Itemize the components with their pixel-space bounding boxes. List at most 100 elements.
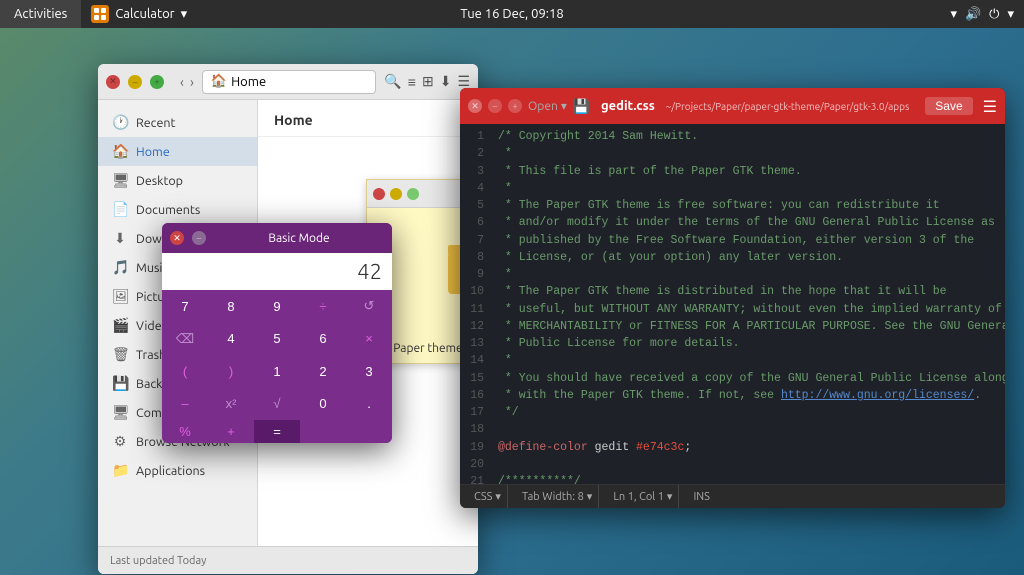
fm-footer-text: Last updated Today: [110, 555, 206, 567]
gedit-language-selector[interactable]: CSS ▾: [468, 485, 508, 508]
gedit-ins-indicator: INS: [687, 485, 715, 508]
gedit-language-arrow: ▾: [495, 490, 501, 503]
home-icon: 🏠: [112, 143, 128, 160]
calc-titlebar: ✕ – Basic Mode: [162, 223, 392, 253]
sidebar-item-documents-label: Documents: [136, 203, 200, 217]
calc-btn-div[interactable]: ÷: [300, 290, 346, 323]
calc-btn-0[interactable]: 0: [300, 388, 346, 421]
fm-footer: Last updated Today: [98, 546, 478, 574]
sidebar-item-documents[interactable]: 📄 Documents: [98, 195, 257, 224]
fm-home-icon: 🏠: [211, 74, 227, 89]
fm-back-button[interactable]: ‹: [180, 74, 184, 90]
fm-location-bar[interactable]: 🏠 Home: [202, 70, 376, 94]
gedit-statusbar: CSS ▾ Tab Width: 8 ▾ Ln 1, Col 1 ▾ INS: [460, 484, 1005, 508]
gedit-tab-width-arrow: ▾: [587, 490, 593, 503]
calc-btn-rparen[interactable]: ): [208, 355, 254, 388]
fm-download-icon[interactable]: ⬇: [440, 73, 452, 90]
calc-btn-mul[interactable]: ×: [346, 323, 392, 356]
sidebar-item-desktop-label: Desktop: [136, 174, 183, 188]
app-menu-label: Calculator: [115, 7, 174, 21]
fm-minimize-button[interactable]: –: [128, 75, 142, 89]
power-icon[interactable]: ⏻: [989, 7, 999, 22]
calc-btn-4[interactable]: 4: [208, 323, 254, 356]
calc-btn-lparen[interactable]: (: [162, 355, 208, 388]
calc-btn-6[interactable]: 6: [300, 323, 346, 356]
calc-btn-sqrt[interactable]: √: [254, 388, 300, 421]
gedit-position-label: Ln 1, Col 1: [613, 491, 664, 503]
pt-max-btn[interactable]: [407, 188, 419, 200]
sidebar-item-home-label: Home: [136, 145, 170, 159]
gedit-tab-width-selector[interactable]: Tab Width: 8 ▾: [516, 485, 599, 508]
volume-icon[interactable]: 🔊: [965, 7, 981, 22]
gedit-code-area[interactable]: /* Copyright 2014 Sam Hewitt. * * This f…: [490, 124, 1005, 484]
fm-location-text: Home: [231, 75, 266, 89]
gedit-filepath: ~/Projects/Paper/paper-gtk-theme/Paper/g…: [666, 101, 910, 112]
calc-btn-1[interactable]: 1: [254, 355, 300, 388]
calc-btn-9[interactable]: 9: [254, 290, 300, 323]
app-icon: [91, 5, 109, 23]
fm-content-title: Home: [258, 100, 478, 137]
fm-list-view-icon[interactable]: ≡: [408, 74, 416, 90]
gedit-tab-width-label: Tab Width: 8: [522, 491, 584, 503]
calc-btn-undo[interactable]: ↺: [346, 290, 392, 323]
videos-icon: 🎬: [112, 317, 128, 334]
calc-close-button[interactable]: ✕: [170, 231, 184, 245]
calc-display: 42: [162, 253, 392, 290]
calc-btn-add[interactable]: +: [208, 420, 254, 443]
system-menu-arrow[interactable]: ▾: [1007, 7, 1014, 22]
pt-min-btn[interactable]: [390, 188, 402, 200]
pictures-icon: 🖼: [112, 288, 128, 305]
calc-title: Basic Mode: [214, 232, 384, 245]
downloads-icon: ⬇: [112, 230, 128, 247]
calc-btn-dot[interactable]: .: [346, 388, 392, 421]
gedit-close-button[interactable]: ✕: [468, 99, 482, 113]
fm-maximize-button[interactable]: +: [150, 75, 164, 89]
app-menu-arrow: ▾: [181, 7, 188, 22]
applications-icon: 📁: [112, 462, 128, 479]
sidebar-item-applications-label: Applications: [136, 464, 205, 478]
fm-titlebar: ✕ – + ‹ › 🏠 Home 🔍 ≡ ⊞ ⬇ ☰: [98, 64, 478, 100]
fm-close-button[interactable]: ✕: [106, 75, 120, 89]
gedit-save-icon[interactable]: 💾: [573, 98, 590, 115]
backup-icon: 💾: [112, 375, 128, 392]
gedit-minimize-button[interactable]: –: [488, 99, 502, 113]
topbar-datetime: Tue 16 Dec, 09:18: [460, 7, 563, 21]
gedit-open-button[interactable]: Open ▾: [528, 99, 567, 113]
calc-btn-sq[interactable]: x²: [208, 388, 254, 421]
calc-btn-sub[interactable]: –: [162, 388, 208, 421]
calc-btn-eq[interactable]: =: [254, 420, 300, 443]
gedit-hamburger-icon[interactable]: ☰: [983, 97, 997, 116]
gedit-save-button[interactable]: Save: [925, 97, 972, 115]
desktop: ✕ – + ‹ › 🏠 Home 🔍 ≡ ⊞ ⬇ ☰ 🕐: [0, 28, 1024, 575]
calc-btn-8[interactable]: 8: [208, 290, 254, 323]
desktop-icon: 🖥: [112, 172, 128, 189]
calc-btn-5[interactable]: 5: [254, 323, 300, 356]
gedit-editor[interactable]: 123 456 789 101112 131415 161718 192021 …: [460, 124, 1005, 484]
calc-btn-7[interactable]: 7: [162, 290, 208, 323]
fm-forward-button[interactable]: ›: [190, 74, 194, 90]
gedit-window: ✕ – + Open ▾ 💾 gedit.css ~/Projects/Pape…: [460, 88, 1005, 508]
calc-btn-3[interactable]: 3: [346, 355, 392, 388]
activities-button[interactable]: Activities: [0, 0, 81, 28]
calc-btn-backspace[interactable]: ⌫: [162, 323, 208, 356]
calc-btn-2[interactable]: 2: [300, 355, 346, 388]
recent-icon: 🕐: [112, 114, 128, 131]
app-menu[interactable]: Calculator ▾: [81, 0, 197, 28]
computer-icon: 🖥: [112, 404, 128, 421]
sidebar-item-applications[interactable]: 📁 Applications: [98, 456, 257, 485]
sidebar-item-recent[interactable]: 🕐 Recent: [98, 108, 257, 137]
fm-search-icon[interactable]: 🔍: [384, 73, 401, 90]
calc-minimize-button[interactable]: –: [192, 231, 206, 245]
sidebar-item-recent-label: Recent: [136, 116, 175, 130]
gedit-maximize-button[interactable]: +: [508, 99, 522, 113]
pt-close-btn[interactable]: [373, 188, 385, 200]
wifi-icon[interactable]: ▾: [950, 7, 957, 22]
topbar: Activities Calculator ▾ Tue 16 Dec, 09:1…: [0, 0, 1024, 28]
sidebar-item-home[interactable]: 🏠 Home: [98, 137, 257, 166]
calculator-window: ✕ – Basic Mode 42 7 8 9 ÷ ↺ ⌫ 4 5 6 × ( …: [162, 223, 392, 443]
gedit-open-label: Open: [528, 100, 558, 113]
fm-grid-view-icon[interactable]: ⊞: [422, 73, 434, 90]
calc-btn-pct[interactable]: %: [162, 420, 208, 443]
gedit-position-selector[interactable]: Ln 1, Col 1 ▾: [607, 485, 679, 508]
sidebar-item-desktop[interactable]: 🖥 Desktop: [98, 166, 257, 195]
